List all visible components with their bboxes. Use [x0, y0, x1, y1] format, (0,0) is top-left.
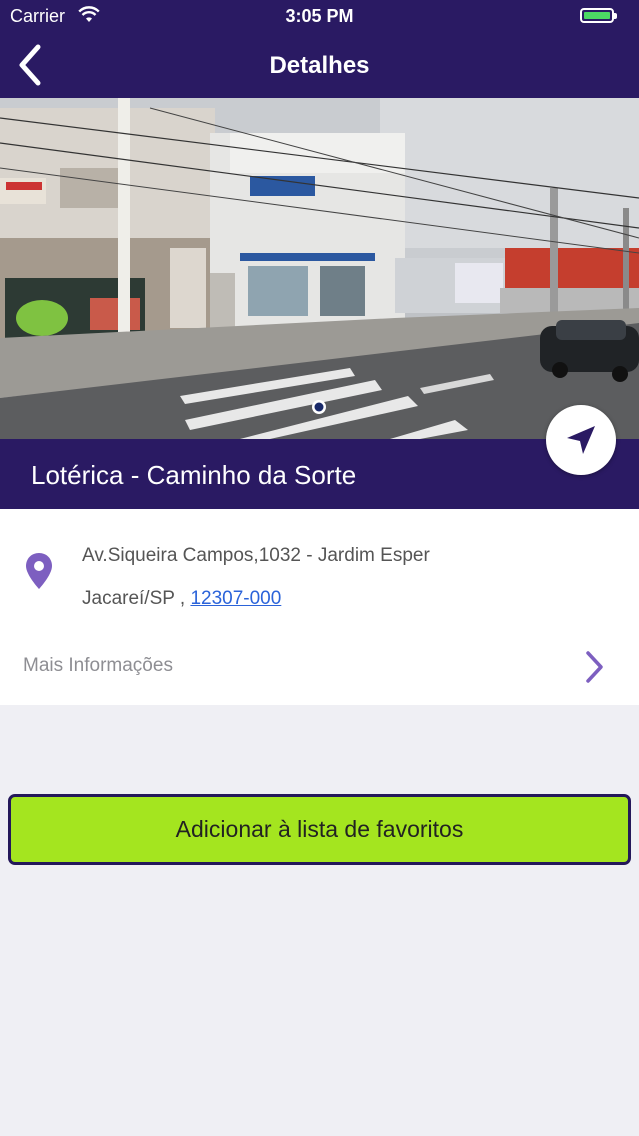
- address-line: Av.Siqueira Campos,1032 - Jardim Esper: [82, 545, 430, 566]
- add-to-favorites-button[interactable]: Adicionar à lista de favoritos: [8, 794, 631, 865]
- navigate-button[interactable]: [546, 405, 616, 475]
- battery-icon: [580, 8, 617, 23]
- city-state-line: Jacareí/SP , 12307-000: [82, 588, 281, 610]
- street-view-photo: [0, 98, 639, 439]
- cep-link[interactable]: 12307-000: [190, 588, 281, 609]
- status-bar: Carrier 3:05 PM: [0, 0, 639, 32]
- clock: 3:05 PM: [285, 6, 354, 26]
- city-state: Jacareí/SP ,: [82, 588, 191, 609]
- more-info-label: Mais Informações: [23, 655, 173, 676]
- page-title: Detalhes: [269, 52, 370, 79]
- more-info-row[interactable]: Mais Informações: [0, 633, 639, 705]
- add-to-favorites-label: Adicionar à lista de favoritos: [175, 816, 464, 842]
- map-pin-icon: [25, 552, 53, 595]
- chevron-right-icon: [584, 649, 606, 690]
- address-card: Av.Siqueira Campos,1032 - Jardim Esper J…: [0, 509, 639, 705]
- navigation-bar: Detalhes: [0, 32, 639, 98]
- place-title-bar: Lotérica - Caminho da Sorte: [0, 439, 639, 509]
- place-name: Lotérica - Caminho da Sorte: [31, 460, 357, 490]
- navigation-arrow-icon: [567, 426, 595, 454]
